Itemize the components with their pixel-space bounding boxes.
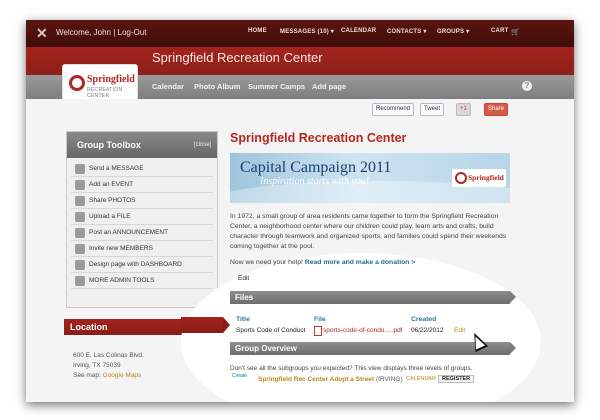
tool-label: MORE ADMIN TOOLS: [89, 277, 155, 284]
tool-label: Send a MESSAGE: [89, 165, 144, 172]
nav-groups[interactable]: GROUPS ▾: [437, 28, 469, 35]
tool-upload-file[interactable]: Upload a FILE: [71, 210, 213, 225]
nav-messages[interactable]: MESSAGES (10) ▾: [280, 28, 334, 35]
help-prefix: Now we need your help!: [230, 259, 303, 266]
intro-text: In 1972, a small group of area residents…: [230, 213, 507, 250]
group-toolbox: Group Toolbox [close] Send a MESSAGE Add…: [66, 131, 218, 308]
nav-calendar[interactable]: CALENDAR: [341, 28, 376, 34]
message-icon: [75, 164, 85, 174]
files-title: Files: [235, 293, 254, 302]
file-row-created: 06/22/2012: [411, 327, 444, 334]
group-city: (IRVING): [376, 376, 403, 383]
tool-dashboard[interactable]: Design page with DASHBOARD: [71, 258, 213, 273]
tool-label: Invite new MEMBERS: [89, 245, 153, 252]
tool-label: Share PHOTOS: [89, 197, 136, 204]
site-logo-icon[interactable]: ✕: [36, 25, 52, 41]
edit-button[interactable]: Edit: [238, 275, 249, 282]
create-link[interactable]: Create: [232, 373, 247, 379]
tool-post-announcement[interactable]: Post an ANNOUNCEMENT: [71, 226, 213, 241]
banner-logo-icon: [455, 172, 467, 184]
photo-icon: [75, 196, 85, 206]
nav-cart[interactable]: CART: [491, 28, 508, 34]
address-line-1: 600 E. Las Colinas Blvd.: [73, 352, 144, 359]
welcome-text[interactable]: Welcome, John | Log-Out: [56, 28, 146, 37]
pdf-icon: [314, 326, 322, 336]
tool-send-message[interactable]: Send a MESSAGE: [71, 162, 213, 177]
overview-section-header: Group Overview: [230, 342, 510, 355]
toolbox-header: Group Toolbox [close]: [67, 132, 217, 158]
tool-label: Design page with DASHBOARD: [89, 261, 182, 268]
gear-icon: [75, 276, 85, 286]
dashboard-icon: [75, 260, 85, 270]
share-button[interactable]: Share: [484, 103, 509, 116]
page-title: Springfield Recreation Center: [230, 131, 407, 145]
banner-logo: Springfield: [452, 169, 506, 187]
banner-title: Capital Campaign 2011: [240, 159, 392, 176]
location-title: Location: [70, 322, 108, 332]
file-row-title: Sports Code of Conduct: [236, 327, 306, 334]
toolbox-close-link[interactable]: [close]: [194, 142, 211, 148]
cart-icon[interactable]: 🛒: [511, 28, 520, 36]
tool-more-admin[interactable]: MORE ADMIN TOOLS: [71, 274, 213, 289]
tool-label: Post an ANNOUNCEMENT: [89, 229, 169, 236]
site-title: Springfield Recreation Center: [152, 50, 323, 65]
tool-invite-members[interactable]: Invite new MEMBERS: [71, 242, 213, 257]
group-calendar-link[interactable]: CALENDAR: [406, 376, 436, 382]
brand-name: Springfield: [87, 74, 135, 85]
tool-add-event[interactable]: Add an EVENT: [71, 178, 213, 193]
brand-subtitle: RECREATION CENTER: [87, 87, 123, 99]
overview-text: Don't see all the subgroups you expected…: [230, 365, 473, 372]
banner-subtitle: Inspiration starts with you!: [260, 176, 370, 187]
calendar-icon: [75, 180, 85, 190]
overview-title: Group Overview: [235, 344, 297, 353]
announcement-icon: [75, 228, 85, 238]
address-line-2: Irving, TX 75039: [73, 362, 121, 369]
browser-window: ✕ Welcome, John | Log-Out HOME MESSAGES …: [26, 20, 574, 402]
group-name-link[interactable]: Springfield Rec Center Adopt a Street: [258, 376, 374, 383]
donation-link[interactable]: Read more and make a donation >: [305, 259, 415, 266]
col-created[interactable]: Created: [411, 316, 436, 323]
files-arrow-icon: [510, 291, 516, 303]
subnav-calendar[interactable]: Calendar: [152, 82, 184, 91]
overview-arrow-icon: [510, 342, 516, 354]
map-line: See map: Google Maps: [73, 371, 144, 381]
address-block: 600 E. Las Colinas Blvd. Irving, TX 7503…: [73, 351, 144, 381]
recommend-button[interactable]: Recommend: [372, 103, 415, 116]
tweet-button[interactable]: Tweet: [420, 103, 445, 116]
map-prefix: See map:: [73, 372, 101, 379]
file-row-edit[interactable]: Edit: [454, 327, 465, 334]
callout-bar: [181, 317, 223, 333]
callout-arrow-icon: [223, 317, 230, 333]
file-icon: [75, 212, 85, 222]
tool-label: Upload a FILE: [89, 213, 131, 220]
google-plus-button[interactable]: +1: [456, 103, 471, 116]
register-button[interactable]: REGISTER: [438, 375, 475, 383]
nav-contacts[interactable]: CONTACTS ▾: [387, 28, 427, 35]
subnav-summer-camps[interactable]: Summer Camps: [248, 82, 305, 91]
banner-logo-text: Springfield: [468, 173, 504, 182]
subnav-add-page[interactable]: Add page: [312, 82, 346, 91]
nav-home[interactable]: HOME: [248, 28, 267, 34]
file-row-link[interactable]: sports-code-of-condu.....pdf: [323, 327, 403, 334]
top-bar: ✕ Welcome, John | Log-Out HOME MESSAGES …: [26, 20, 574, 47]
subnav-photo-album[interactable]: Photo Album: [194, 82, 240, 91]
campaign-banner[interactable]: Capital Campaign 2011 Inspiration starts…: [230, 153, 510, 203]
tool-label: Add an EVENT: [89, 181, 134, 188]
toolbox-title: Group Toolbox: [77, 140, 141, 150]
google-maps-link[interactable]: Google Maps: [103, 372, 142, 379]
brand-circle-icon: [69, 75, 85, 91]
help-icon[interactable]: ?: [522, 81, 532, 91]
col-file[interactable]: File: [314, 316, 326, 323]
col-title[interactable]: Title: [236, 316, 250, 323]
tool-share-photos[interactable]: Share PHOTOS: [71, 194, 213, 209]
files-section-header: Files: [230, 291, 510, 304]
members-icon: [75, 244, 85, 254]
donation-line: Now we need your help! Read more and mak…: [230, 259, 415, 266]
